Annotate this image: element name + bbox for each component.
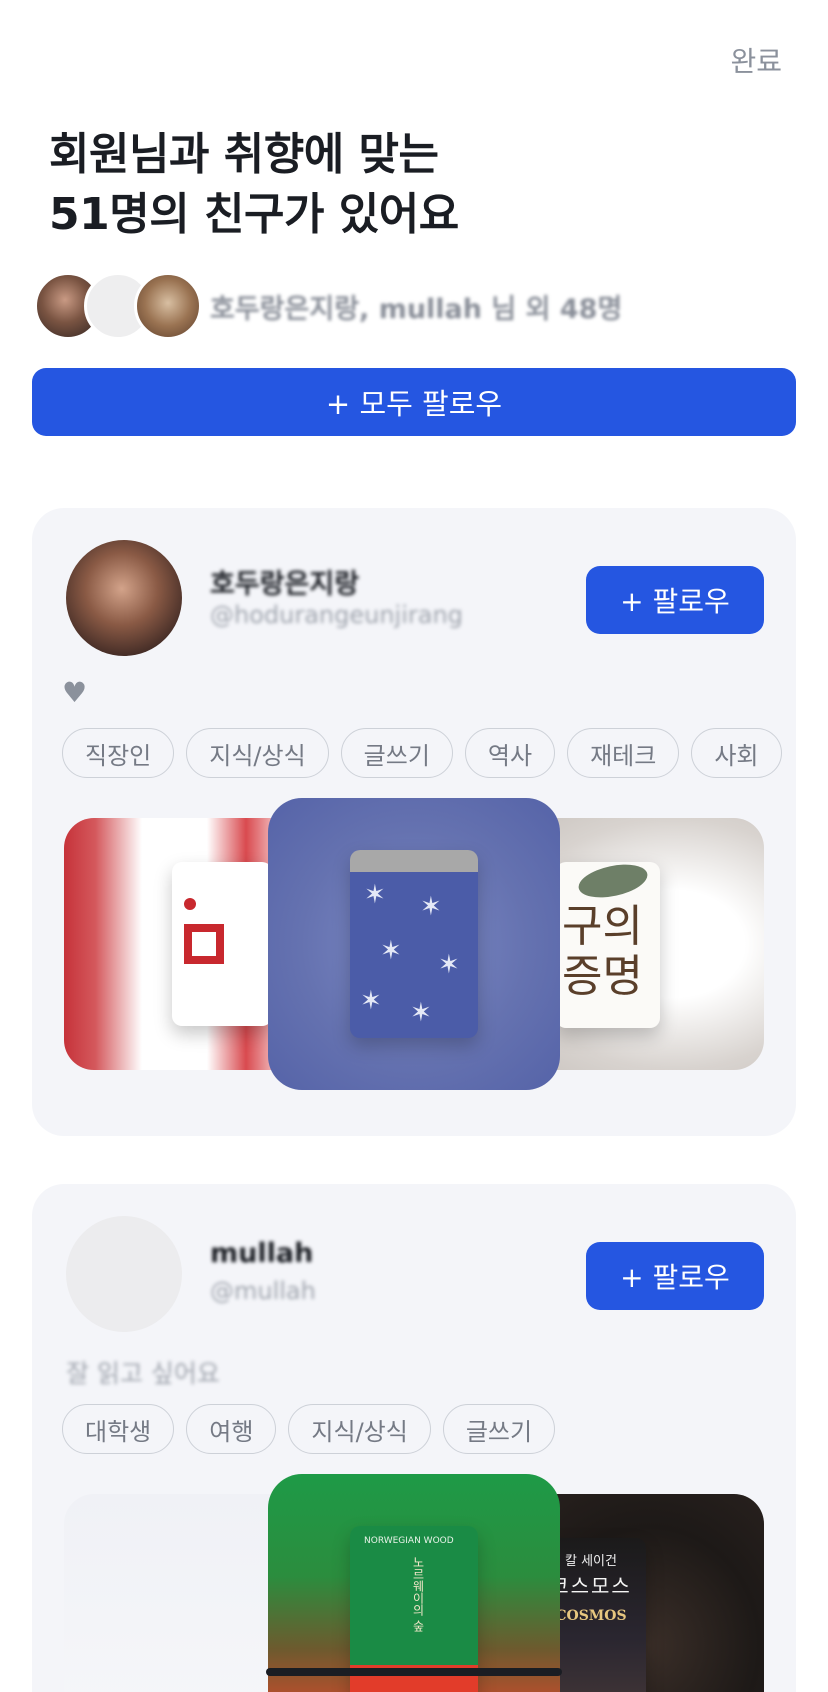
- cover-band: [350, 850, 478, 872]
- book-carousel[interactable]: 칼 세이건 코스모스 COSMOS NORWEGIAN WOOD 노르웨이의 숲: [32, 1474, 796, 1692]
- home-indicator: [266, 1668, 562, 1676]
- tag-chip: 글쓰기: [442, 1404, 556, 1454]
- cover-title: 노르웨이의 숲: [411, 1556, 425, 1632]
- follow-button[interactable]: + 팔로우: [586, 1242, 764, 1310]
- book-cover: [172, 862, 272, 1026]
- book-cover: 구의 증명: [556, 862, 660, 1028]
- page-title-line-1: 회원님과 취향에 맞는: [49, 129, 439, 180]
- tag-chip: 지식/상식: [186, 728, 329, 778]
- tag-chip: 재테크: [567, 728, 680, 778]
- cover-title-en: NORWEGIAN WOOD: [364, 1536, 454, 1546]
- leaf-icon: ✶: [360, 986, 382, 1016]
- user-bio: 잘 읽고 싶어요: [66, 1359, 220, 1388]
- tag-chip: 직장인: [62, 728, 175, 778]
- page-title: 회원님과 취향에 맞는 51명의 친구가 있어요: [49, 125, 459, 245]
- avatar[interactable]: [66, 540, 182, 656]
- user-name: mullah: [210, 1238, 314, 1269]
- book-carousel[interactable]: 구의 증명 ✶ ✶ ✶ ✶ ✶ ✶: [32, 798, 796, 1094]
- leaf-icon: ✶: [420, 892, 442, 922]
- cover-square: [184, 924, 224, 964]
- follow-button[interactable]: + 팔로우: [586, 566, 764, 634]
- recommended-summary: 호두랑은지랑, mullah 님 외 48명: [210, 293, 623, 325]
- avatar: [134, 272, 202, 340]
- cover-title: 구의 증명: [562, 901, 643, 1002]
- interest-tags: 직장인 지식/상식 글쓰기 역사 재테크 사회: [62, 728, 782, 778]
- leaf-icon: ✶: [380, 936, 402, 966]
- follow-all-button[interactable]: + 모두 팔로우: [32, 368, 796, 436]
- tag-chip: 역사: [464, 728, 556, 778]
- cover-dot: [184, 898, 196, 910]
- interest-tags: 대학생 여행 지식/상식 글쓰기: [62, 1404, 556, 1454]
- leaf-icon: ✶: [410, 998, 432, 1028]
- tag-chip: 사회: [691, 728, 782, 778]
- user-card[interactable]: mullah @mullah + 팔로우 잘 읽고 싶어요 대학생 여행 지식/…: [32, 1184, 796, 1692]
- avatar[interactable]: [66, 1216, 182, 1332]
- tag-chip: 글쓰기: [340, 728, 453, 778]
- avatar-stack: [34, 272, 202, 340]
- page-title-line-2: 51명의 친구가 있어요: [49, 189, 459, 240]
- done-button[interactable]: 완료: [730, 40, 782, 80]
- leaf-icon: ✶: [438, 950, 460, 980]
- tag-chip: 대학생: [62, 1404, 175, 1454]
- tag-chip: 지식/상식: [288, 1404, 431, 1454]
- user-card[interactable]: 호두랑은지랑 @hodurangeunjirang + 팔로우 ♥ 직장인 지식…: [32, 508, 796, 1136]
- recommended-preview: 호두랑은지랑, mullah 님 외 48명: [34, 272, 622, 340]
- user-name: 호두랑은지랑: [210, 569, 360, 600]
- book-tile-featured[interactable]: ✶ ✶ ✶ ✶ ✶ ✶: [268, 798, 560, 1090]
- heart-icon: ♥: [62, 676, 88, 709]
- book-tile-featured[interactable]: NORWEGIAN WOOD 노르웨이의 숲: [268, 1474, 560, 1692]
- user-handle: @hodurangeunjirang: [210, 601, 463, 629]
- book-cover: ✶ ✶ ✶ ✶ ✶ ✶: [350, 850, 478, 1038]
- user-handle: @mullah: [210, 1277, 316, 1305]
- tag-chip: 여행: [186, 1404, 277, 1454]
- leaf-icon: ✶: [364, 880, 386, 910]
- cover-art: [575, 862, 651, 903]
